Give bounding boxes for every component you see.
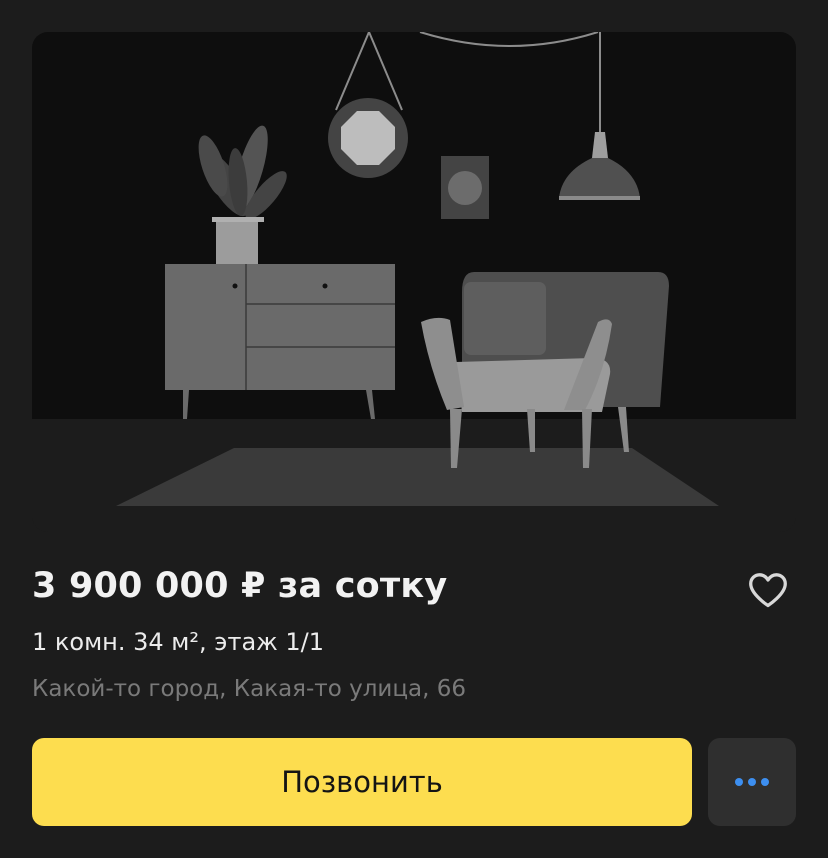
more-button[interactable] [708,738,796,826]
call-button[interactable]: Позвонить [32,738,692,826]
listing-price: 3 900 000 ₽ за сотку [32,566,448,606]
favorite-button[interactable] [744,568,792,612]
listing-photo[interactable] [32,32,796,532]
heart-outline-icon [749,573,787,608]
more-horizontal-icon [733,778,772,786]
listing-details: 1 комн. 34 м², этаж 1/1 [32,628,325,656]
room-placeholder-illustration [32,32,796,532]
listing-address: Какой-то город, Какая-то улица, 66 [32,676,466,702]
listing-card[interactable]: 3 900 000 ₽ за сотку 1 комн. 34 м², этаж… [0,0,828,858]
